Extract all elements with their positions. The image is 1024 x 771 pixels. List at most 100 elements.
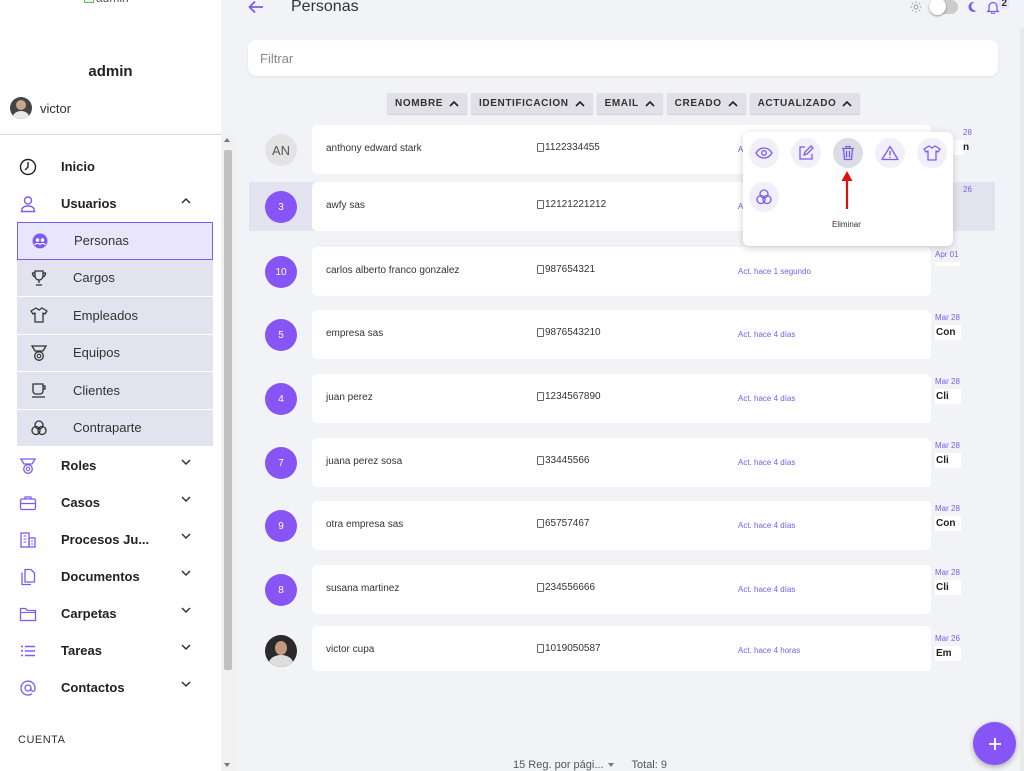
sort-label: CREADO — [674, 98, 722, 109]
main-scrollbar[interactable] — [1020, 28, 1024, 771]
id-card-icon — [537, 143, 544, 152]
row-card[interactable]: victor cupa 1019050587 Act. hace 4 horas — [312, 626, 931, 671]
sort-nombre-button[interactable]: NOMBRE — [387, 93, 468, 114]
sidebar-item-casos[interactable]: Casos — [0, 484, 221, 521]
table-row[interactable]: 5 empresa sas 9876543210 Act. hace 4 día… — [249, 310, 961, 359]
row-card[interactable]: juana perez sosa 33445566 Act. hace 4 dí… — [312, 438, 931, 487]
id-number: 33445566 — [545, 455, 590, 466]
created-date: Mar 28 — [935, 568, 960, 577]
sidebar-item-clientes[interactable]: Clientes — [17, 372, 213, 410]
person-name: victor cupa — [326, 644, 375, 655]
person-name: juana perez sosa — [326, 456, 403, 467]
per-page-label: 15 Reg. por pági... — [513, 759, 604, 771]
warning-button[interactable] — [875, 138, 905, 168]
created-date: Mar 28 — [935, 504, 960, 513]
id-number: 65757467 — [545, 518, 590, 529]
chevron-down-icon — [181, 607, 191, 614]
edit-icon — [798, 145, 814, 161]
section-label-cuenta: CUENTA — [18, 734, 66, 746]
sidebar-item-carpetas[interactable]: Carpetas — [0, 595, 221, 632]
caret-down-icon — [607, 763, 614, 768]
sidebar-item-cargos[interactable]: Cargos — [17, 260, 213, 297]
sort-label: NOMBRE — [395, 98, 444, 109]
sidebar-user[interactable]: victor — [10, 97, 71, 119]
theme-toggle[interactable] — [929, 0, 958, 15]
sort-identificacion-button[interactable]: IDENTIFICACION — [471, 93, 593, 114]
shirt-icon — [923, 145, 941, 161]
notifications-button[interactable]: 2 — [986, 0, 1010, 14]
back-arrow-icon[interactable] — [248, 0, 264, 14]
sidebar-item-empleados[interactable]: Empleados — [17, 297, 213, 335]
view-button[interactable] — [749, 138, 779, 168]
sidebar-item-documentos[interactable]: Documentos — [0, 558, 221, 595]
row-card[interactable]: carlos alberto franco gonzalez 987654321… — [312, 247, 931, 296]
chevron-up-icon — [574, 100, 585, 107]
scrollbar-thumb[interactable] — [224, 150, 232, 670]
table-row[interactable]: 4 juan perez 1234567890 Act. hace 4 días… — [249, 374, 961, 423]
list-icon — [18, 641, 38, 661]
sidebar-item-personas[interactable]: Personas — [17, 222, 213, 260]
plus-icon — [987, 736, 1003, 752]
sort-actualizado-button[interactable]: ACTUALIZADO — [749, 93, 861, 114]
chevron-up-icon — [645, 100, 655, 107]
row-card[interactable]: empresa sas 9876543210 Act. hace 4 días — [312, 310, 931, 359]
employee-button[interactable] — [917, 138, 947, 168]
sidebar-item-label: Clientes — [73, 382, 120, 398]
per-page-select[interactable]: 15 Reg. por pági... — [513, 759, 614, 771]
sidebar-item-tareas[interactable]: Tareas — [0, 632, 221, 669]
id-number: 9876543210 — [545, 327, 601, 338]
sidebar-item-contraparte[interactable]: Contraparte — [17, 410, 213, 447]
table-row[interactable]: 10 carlos alberto franco gonzalez 987654… — [249, 247, 961, 296]
person-identification: 1122334455 — [537, 142, 600, 153]
sort-email-button[interactable]: EMAIL — [596, 93, 663, 114]
scroll-up-icon[interactable] — [224, 138, 230, 142]
person-name: carlos alberto franco gonzalez — [326, 265, 460, 276]
sun-icon[interactable] — [910, 1, 922, 13]
table-row[interactable]: 8 susana martinez 234556666 Act. hace 4 … — [249, 565, 961, 614]
sidebar-item-usuarios[interactable]: Usuarios — [0, 185, 221, 222]
add-person-button[interactable] — [973, 722, 1016, 765]
id-card-icon — [537, 328, 544, 337]
sidebar-item-inicio[interactable]: Inicio — [0, 148, 221, 185]
row-card[interactable]: susana martinez 234556666 Act. hace 4 dí… — [312, 565, 931, 614]
moon-icon[interactable] — [966, 1, 978, 13]
updated-text: Act. hace 4 días — [738, 394, 796, 403]
edit-button[interactable] — [791, 138, 821, 168]
table-row[interactable]: victor cupa 1019050587 Act. hace 4 horas… — [249, 626, 961, 675]
sort-creado-button[interactable]: CREADO — [666, 93, 746, 114]
table-row[interactable]: 7 juana perez sosa 33445566 Act. hace 4 … — [249, 438, 961, 487]
at-icon — [18, 678, 38, 698]
sidebar-scrollbar[interactable] — [221, 134, 234, 771]
avatar: 4 — [265, 383, 297, 415]
briefcase-icon — [18, 493, 38, 513]
table-row[interactable]: 9 otra empresa sas 65757467 Act. hace 4 … — [249, 501, 961, 550]
sidebar-item-contactos[interactable]: Contactos — [0, 669, 221, 706]
person-identification: 1234567890 — [537, 391, 601, 402]
id-card-icon — [537, 456, 544, 465]
submenu-usuarios: Personas Cargos Empleados Equipos Client… — [17, 222, 213, 447]
username: victor — [40, 100, 72, 116]
user-icon — [18, 194, 38, 214]
created-date: Mar 28 — [935, 377, 960, 386]
role-tag: Cli — [935, 453, 961, 468]
sidebar-user-title: admin — [88, 63, 133, 80]
counterpart-button[interactable] — [749, 182, 779, 212]
sidebar-item-label: Usuarios — [61, 196, 117, 211]
delete-button[interactable] — [833, 138, 863, 168]
sidebar-item-label: Documentos — [61, 569, 140, 584]
sidebar-item-label: Carpetas — [61, 606, 117, 621]
row-card[interactable]: juan perez 1234567890 Act. hace 4 días — [312, 374, 931, 423]
sidebar-item-equipos[interactable]: Equipos — [17, 335, 213, 372]
id-number: 1019050587 — [545, 643, 601, 654]
sidebar-item-procesos[interactable]: Procesos Ju... — [0, 521, 221, 558]
row-card[interactable]: otra empresa sas 65757467 Act. hace 4 dí… — [312, 501, 931, 550]
updated-text: Act. hace 4 días — [738, 458, 796, 467]
scroll-down-icon[interactable] — [224, 763, 230, 767]
chevron-down-icon — [181, 533, 191, 540]
role-tag: Em — [935, 646, 961, 661]
sidebar-item-roles[interactable]: Roles — [0, 447, 221, 484]
filter-input[interactable] — [248, 40, 998, 76]
avatar-body — [269, 655, 293, 667]
broken-image-icon — [84, 0, 94, 3]
sidebar-item-label: Inicio — [61, 159, 95, 174]
